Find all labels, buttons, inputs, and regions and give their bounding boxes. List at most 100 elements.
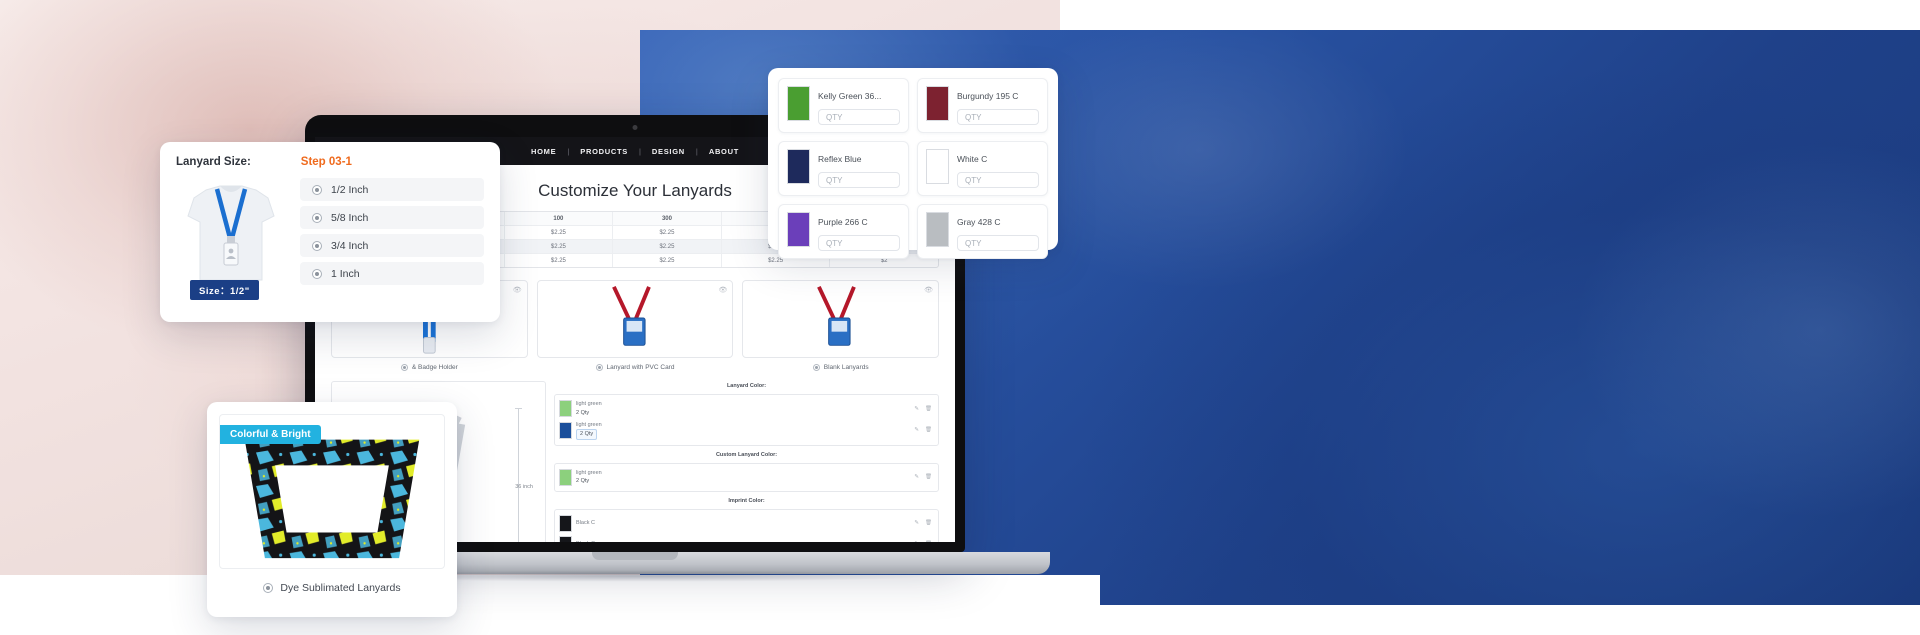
nav-item-products[interactable]: PRODUCTS (569, 147, 639, 156)
product-thumbnail-image: 👁 (742, 280, 940, 358)
product-thumbnail-label: Lanyard with PVC Card (606, 364, 675, 371)
eye-icon[interactable]: 👁 (718, 286, 727, 294)
price-table-cell: $2.25 (505, 254, 614, 267)
qty-input[interactable]: QTY (957, 109, 1039, 125)
lanyard-size-title: Lanyard Size: (176, 156, 251, 168)
color-swatch (559, 514, 572, 532)
lanyard-size-header: Lanyard Size: Step 03-1 (176, 156, 484, 168)
pencil-icon[interactable]: ✎ (914, 427, 921, 433)
color-option-label: Gray 428 C (957, 217, 1001, 227)
qty-input[interactable]: QTY (818, 172, 900, 188)
color-option-gray-428c[interactable]: Gray 428 C QTY (917, 204, 1048, 259)
trash-icon[interactable]: 🗑 (925, 474, 934, 480)
radio-icon[interactable] (312, 212, 322, 223)
color-row-text: light green 2 Qty (576, 469, 910, 486)
color-row-text: light green 2 Qty (576, 400, 910, 417)
color-option-white-c[interactable]: White C QTY (917, 141, 1048, 196)
qty-input[interactable]: QTY (957, 235, 1039, 251)
trash-icon[interactable]: 🗑 (925, 541, 934, 542)
background-bottom-white-right (1060, 605, 1920, 635)
product-thumbnail[interactable]: 👁 Lanyard with PVC Card (536, 280, 734, 371)
color-column-left: Kelly Green 36... QTY Reflex Blue QTY Pu… (778, 78, 909, 259)
size-option-half-inch[interactable]: 1/2 Inch (300, 178, 484, 201)
radio-icon[interactable] (263, 583, 274, 593)
nav-item-home[interactable]: HOME (520, 147, 567, 156)
dye-card-label: Dye Sublimated Lanyards (280, 582, 401, 594)
pencil-icon[interactable]: ✎ (914, 520, 921, 526)
trash-icon[interactable]: 🗑 (925, 406, 934, 412)
section-heading-imprint-color: Imprint Color: (728, 497, 765, 504)
color-swatch (559, 400, 572, 417)
radio-icon[interactable] (595, 364, 603, 371)
lanyard-size-options: 1/2 Inch 5/8 Inch 3/4 Inch 1 Inch (300, 176, 484, 286)
nav-item-design[interactable]: DESIGN (641, 147, 696, 156)
pencil-icon[interactable]: ✎ (914, 541, 921, 542)
eye-icon[interactable]: 👁 (513, 286, 522, 294)
color-column-right: Burgundy 195 C QTY White C QTY Gray 428 … (917, 78, 1048, 259)
price-table-cell: $2.25 (613, 226, 722, 239)
size-option-five-eighths-inch[interactable]: 5/8 Inch (300, 206, 484, 229)
dimension-line (515, 408, 522, 542)
radio-icon[interactable] (812, 364, 820, 371)
color-option-burgundy-195c[interactable]: Burgundy 195 C QTY (917, 78, 1048, 133)
blank-lanyard-illustration (817, 286, 857, 346)
product-thumbnail[interactable]: 👁 Blank Lanyards (742, 280, 940, 371)
lanyard-color-list: light green 2 Qty ✎ 🗑 light green 2 Qty … (554, 394, 939, 446)
tshirt-preview: Size：1/2" (176, 176, 286, 300)
color-name: Black C (576, 540, 910, 542)
pencil-icon[interactable]: ✎ (914, 474, 921, 480)
size-option-label: 1 Inch (331, 267, 360, 280)
color-option-label: White C (957, 154, 988, 164)
lanyard-color-row[interactable]: light green 2 Qty ✎ 🗑 (558, 419, 935, 442)
product-badge: Colorful & Bright (220, 425, 321, 444)
eye-icon[interactable]: 👁 (924, 286, 933, 294)
dye-card-footer: Dye Sublimated Lanyards (219, 569, 445, 594)
color-option-label: Reflex Blue (818, 154, 862, 164)
color-swatch (787, 86, 810, 121)
section-heading-custom-lanyard-color: Custom Lanyard Color: (715, 451, 778, 458)
size-option-one-inch[interactable]: 1 Inch (300, 262, 484, 285)
color-qty-input[interactable]: 2 Qty (576, 429, 598, 440)
radio-icon[interactable] (312, 240, 322, 251)
price-table-cell: $2.25 (505, 226, 614, 239)
color-option-label: Purple 266 C (818, 217, 868, 227)
color-row-text: Black C (576, 519, 910, 527)
color-option-purple-266c[interactable]: Purple 266 C QTY (778, 204, 909, 259)
color-row-text: light green 2 Qty (576, 421, 910, 440)
price-table-cell: $2.25 (505, 240, 614, 253)
designer-options-column: Lanyard Color: light green 2 Qty ✎ 🗑 lig… (554, 381, 939, 542)
imprint-color-row[interactable]: Black C ✎ 🗑 (558, 513, 935, 534)
custom-color-row[interactable]: light green 2 Qty ✎ 🗑 (558, 467, 935, 488)
pencil-icon[interactable]: ✎ (914, 406, 921, 412)
radio-icon[interactable] (312, 268, 322, 279)
qty-input[interactable]: QTY (818, 109, 900, 125)
product-thumbnail-image: 👁 (536, 280, 734, 358)
color-option-body: Reflex Blue QTY (818, 149, 900, 188)
size-option-label: 5/8 Inch (331, 211, 369, 224)
imprint-color-row[interactable]: Black C ✎ 🗑 (558, 534, 935, 542)
trash-icon[interactable]: 🗑 (925, 520, 934, 526)
qty-input[interactable]: QTY (957, 172, 1039, 188)
color-swatch (926, 212, 949, 247)
color-name: light green (576, 422, 602, 428)
color-row-text: Black C (576, 540, 910, 542)
color-qty: 2 Qty (576, 478, 590, 484)
trash-icon[interactable]: 🗑 (925, 427, 934, 433)
price-table-cell: $2.25 (613, 254, 722, 267)
lanyard-color-row[interactable]: light green 2 Qty ✎ 🗑 (558, 398, 935, 419)
color-option-body: Purple 266 C QTY (818, 212, 900, 251)
nav-item-about[interactable]: ABOUT (698, 147, 750, 156)
radio-icon[interactable] (400, 364, 408, 371)
dye-sublimated-card: Colorful & Bright 👁 Dye Subli (207, 402, 457, 617)
product-thumbnail-label-wrap: Blank Lanyards (742, 358, 939, 371)
product-thumbnail-label-wrap: Lanyard with PVC Card (537, 358, 734, 371)
color-option-reflex-blue[interactable]: Reflex Blue QTY (778, 141, 909, 196)
radio-icon[interactable] (312, 184, 322, 195)
color-option-kelly-green[interactable]: Kelly Green 36... QTY (778, 78, 909, 133)
dye-preview[interactable]: Colorful & Bright 👁 (219, 414, 445, 569)
section-heading-lanyard-color: Lanyard Color: (726, 383, 767, 389)
qty-input[interactable]: QTY (818, 235, 900, 251)
size-option-three-quarters-inch[interactable]: 3/4 Inch (300, 234, 484, 257)
step-indicator: Step 03-1 (300, 156, 352, 168)
size-option-label: 3/4 Inch (331, 239, 369, 252)
